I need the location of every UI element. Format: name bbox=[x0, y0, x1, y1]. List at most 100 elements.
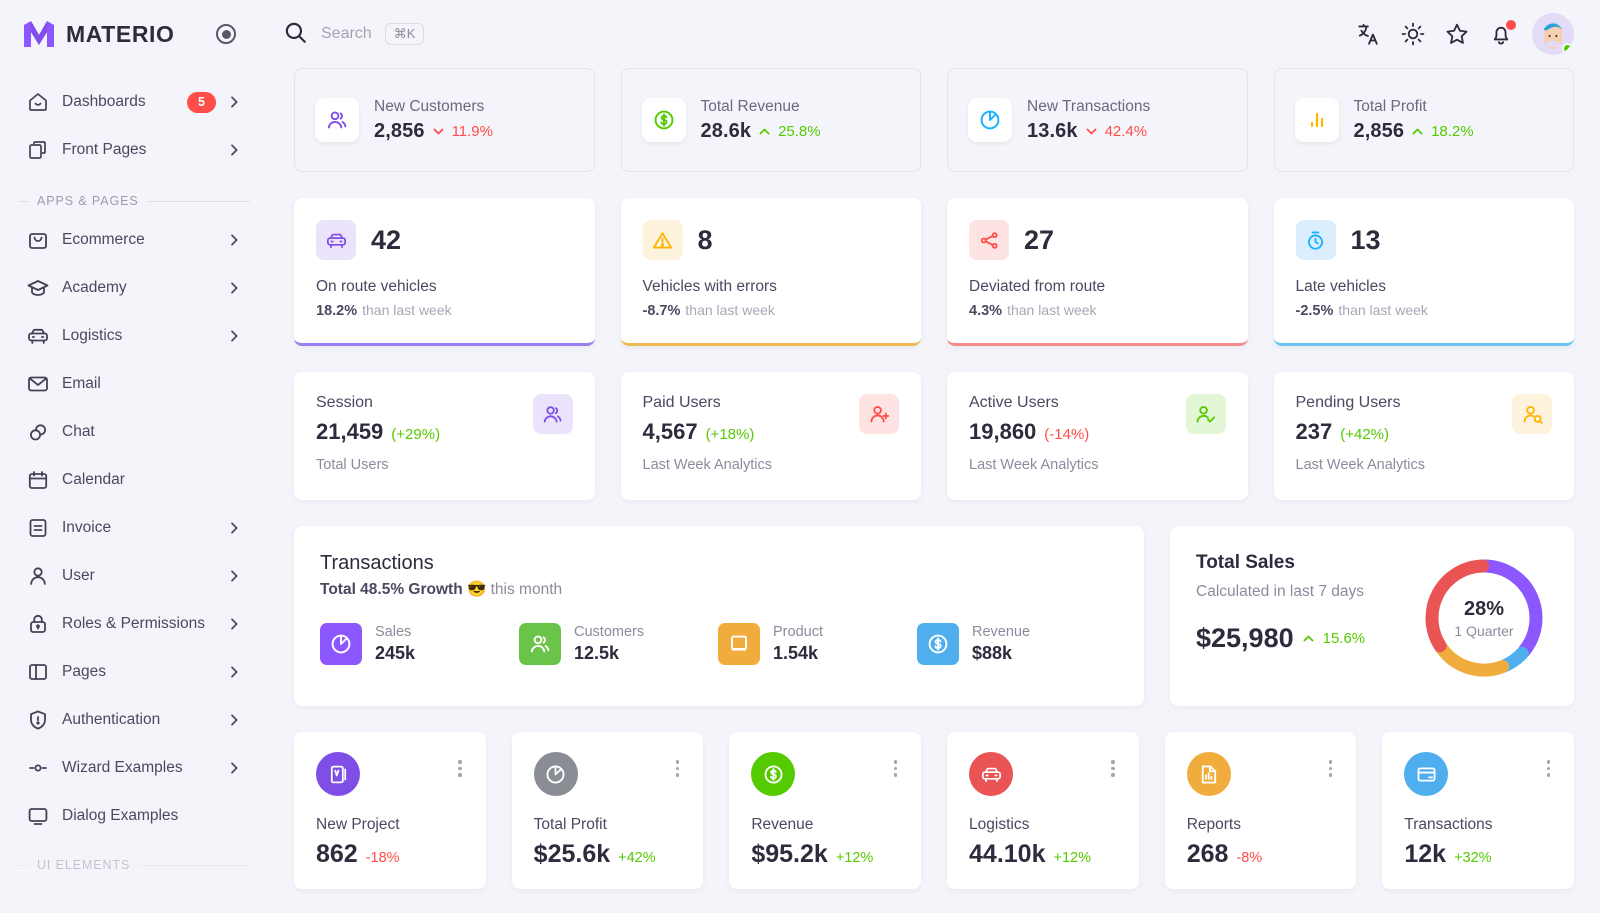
stat-text: New Customers 2,856 11.9% bbox=[374, 98, 493, 143]
more-options-icon[interactable] bbox=[1107, 752, 1119, 785]
more-options-icon[interactable] bbox=[454, 752, 466, 785]
transaction-item-value: 12.5k bbox=[574, 643, 620, 663]
collapse-toggle-icon[interactable] bbox=[216, 24, 236, 44]
mini-card-header bbox=[969, 752, 1119, 796]
sidebar-item-academy[interactable]: Academy bbox=[14, 264, 254, 312]
vehicle-count: 27 bbox=[1024, 224, 1055, 255]
sidebar-item-invoice[interactable]: Invoice bbox=[14, 504, 254, 552]
stat-title: Total Revenue bbox=[700, 97, 800, 115]
mini-card-value-line: 44.10k +12% bbox=[969, 840, 1119, 869]
sidebar-item-label: Wizard Examples bbox=[62, 759, 183, 776]
stat-value-line: 2,856 18.2% bbox=[1354, 120, 1474, 143]
sidebar-item-roles-permissions[interactable]: Roles & Permissions bbox=[14, 600, 254, 648]
mini-card-delta: +32% bbox=[1454, 850, 1492, 866]
more-options-icon[interactable] bbox=[890, 752, 902, 785]
chevron-right-icon bbox=[226, 616, 242, 632]
sidebar-item-label: Ecommerce bbox=[62, 231, 145, 248]
stat-value: 28.6k bbox=[700, 119, 752, 142]
stat-col: New Customers 2,856 11.9% bbox=[294, 68, 595, 172]
sidebar-item-dashboards[interactable]: Dashboards 5 bbox=[14, 78, 254, 126]
transactions-items: Sales 245k Customers 12.5k Product 1.54k… bbox=[320, 623, 1116, 665]
sun-icon[interactable] bbox=[1400, 21, 1426, 47]
sidebar-item-chat[interactable]: Chat bbox=[14, 408, 254, 456]
stat-card[interactable]: New Transactions 13.6k 42.4% bbox=[947, 68, 1248, 172]
stat-card[interactable]: Total Revenue 28.6k 25.8% bbox=[620, 68, 921, 172]
star-icon[interactable] bbox=[1444, 21, 1470, 47]
user-card-title: Active Users bbox=[969, 394, 1059, 411]
mini-card-value-line: 268 -8% bbox=[1187, 840, 1337, 869]
mini-stat-card[interactable]: Logistics 44.10k +12% bbox=[947, 732, 1139, 889]
user-card-value: 237 bbox=[1295, 419, 1333, 444]
more-options-icon[interactable] bbox=[672, 752, 684, 785]
sidebar-item-pages[interactable]: Pages bbox=[14, 648, 254, 696]
total-sales-title: Total Sales bbox=[1196, 552, 1295, 573]
transaction-item-name: Product bbox=[773, 624, 823, 640]
online-status-dot bbox=[1562, 43, 1573, 54]
vehicle-sub: 18.2% than last week bbox=[316, 302, 573, 319]
stat-card[interactable]: New Customers 2,856 11.9% bbox=[294, 68, 595, 172]
stat-row: New Customers 2,856 11.9% Total Revenue … bbox=[294, 68, 1574, 172]
user-search-icon bbox=[1512, 394, 1552, 434]
stat-text: Total Profit 2,856 18.2% bbox=[1354, 98, 1474, 143]
user-card-sub: Total Users bbox=[316, 457, 389, 473]
sidebar-item-email[interactable]: Email bbox=[14, 360, 254, 408]
mini-stat-card[interactable]: Revenue $95.2k +12% bbox=[729, 732, 922, 889]
transaction-item-value: 245k bbox=[375, 643, 416, 663]
vehicle-row: 42 On route vehicles 18.2% than last week… bbox=[294, 198, 1574, 346]
user-card-value: 21,459 bbox=[316, 419, 384, 444]
user-stat-card[interactable]: Session 21,459 (+29%) Total Users bbox=[294, 372, 595, 500]
transaction-item-value: $88k bbox=[972, 643, 1013, 663]
vehicle-label: Late vehicles bbox=[1295, 278, 1386, 295]
shopping-bag-icon bbox=[26, 228, 50, 252]
bell-icon[interactable] bbox=[1488, 20, 1516, 47]
user-avatar[interactable] bbox=[1532, 13, 1574, 55]
total-sales-amount-line: $25,980 15.6% bbox=[1196, 623, 1365, 654]
chevron-right-icon bbox=[226, 328, 242, 344]
search-input[interactable]: Search ⌘K bbox=[282, 19, 425, 50]
sidebar-item-authentication[interactable]: Authentication bbox=[14, 696, 254, 744]
mini-card-value: $25.6k bbox=[533, 840, 611, 868]
user-card-delta: (+29%) bbox=[391, 426, 441, 443]
stat-card[interactable]: Total Profit 2,856 18.2% bbox=[1273, 68, 1574, 172]
transaction-item-text: Product 1.54k bbox=[773, 624, 823, 664]
sidebar-item-front-pages[interactable]: Front Pages bbox=[14, 126, 254, 174]
car-icon bbox=[969, 752, 1014, 796]
sidebar-item-calendar[interactable]: Calendar bbox=[14, 456, 254, 504]
vehicle-col: 42 On route vehicles 18.2% than last week bbox=[294, 198, 595, 346]
users-icon bbox=[315, 98, 359, 142]
transactions-period: this month bbox=[490, 581, 563, 598]
mini-stat-card[interactable]: New Project 862 -18% bbox=[294, 732, 486, 889]
vehicle-card[interactable]: 27 Deviated from route 4.3% than last wee… bbox=[947, 198, 1248, 346]
sidebar-item-ecommerce[interactable]: Ecommerce bbox=[14, 216, 254, 264]
bar-chart-icon bbox=[1294, 98, 1339, 142]
more-options-icon[interactable] bbox=[1543, 752, 1555, 785]
mini-card-header bbox=[1404, 752, 1554, 796]
vehicle-card[interactable]: 13 Late vehicles -2.5% than last week bbox=[1273, 198, 1574, 346]
brand-header: MATERIO bbox=[0, 0, 268, 68]
transaction-item-name: Revenue bbox=[972, 624, 1031, 640]
sidebar-item-logistics[interactable]: Logistics bbox=[14, 312, 254, 360]
mini-stat-card[interactable]: Total Profit $25.6k +42% bbox=[511, 732, 704, 889]
search-icon bbox=[282, 19, 308, 50]
more-options-icon[interactable] bbox=[1325, 752, 1337, 785]
sidebar-item-dialog-examples[interactable]: Dialog Examples bbox=[14, 792, 254, 840]
dashboard-content: New Customers 2,856 11.9% Total Revenue … bbox=[268, 68, 1600, 913]
chevron-right-icon bbox=[226, 142, 242, 158]
user-stat-card[interactable]: Active Users 19,860 (-14%) Last Week Ana… bbox=[947, 372, 1248, 500]
mini-stat-card[interactable]: Reports 268 -8% bbox=[1164, 732, 1357, 889]
stat-value: 2,856 bbox=[1353, 119, 1405, 142]
vehicle-card[interactable]: 8 Vehicles with errors -8.7% than last we… bbox=[620, 198, 921, 346]
vehicle-card[interactable]: 42 On route vehicles 18.2% than last week bbox=[294, 198, 595, 346]
mini-card-label: Transactions bbox=[1404, 816, 1493, 833]
sidebar-item-label: Chat bbox=[62, 423, 95, 440]
credit-card-icon bbox=[1404, 752, 1449, 796]
user-stat-card[interactable]: Paid Users 4,567 (+18%) Last Week Analyt… bbox=[620, 372, 921, 500]
translate-icon[interactable] bbox=[1356, 21, 1382, 47]
mini-card-delta: +12% bbox=[1053, 850, 1091, 866]
mini-stat-card[interactable]: Transactions 12k +32% bbox=[1382, 732, 1575, 889]
sidebar-item-wizard-examples[interactable]: Wizard Examples bbox=[14, 744, 254, 792]
shield-icon bbox=[26, 708, 50, 732]
sidebar-item-user[interactable]: User bbox=[14, 552, 254, 600]
vehicle-sub: -2.5% than last week bbox=[1296, 302, 1553, 319]
user-stat-card[interactable]: Pending Users 237 (+42%) Last Week Analy… bbox=[1273, 372, 1574, 500]
